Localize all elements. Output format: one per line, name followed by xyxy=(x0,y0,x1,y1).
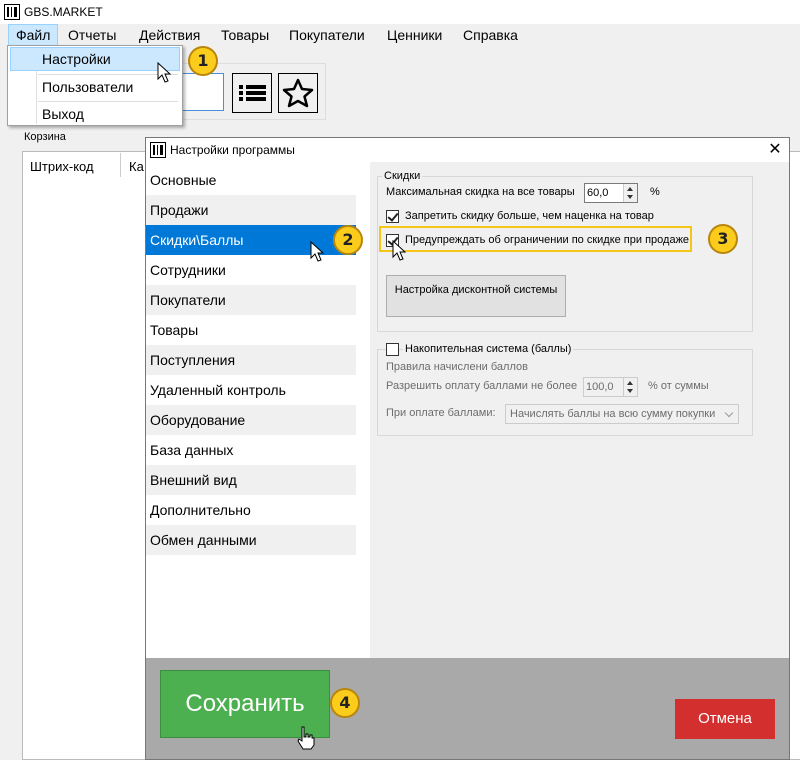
points-pay-select[interactable]: Начислять баллы на всю сумму покупки xyxy=(505,404,739,424)
nav-item-database[interactable]: База данных xyxy=(146,435,356,465)
forbid-discount-checkbox[interactable] xyxy=(386,210,399,223)
menu-goods[interactable]: Товары xyxy=(214,24,276,47)
dialog-barcode-icon xyxy=(150,142,166,158)
discounts-group-title: Скидки xyxy=(382,170,423,182)
nav-item-data-exchange[interactable]: Обмен данными xyxy=(146,525,356,555)
warn-highlight-box xyxy=(379,226,692,252)
menu-actions[interactable]: Действия xyxy=(132,24,207,47)
max-discount-value: 60,0 xyxy=(587,187,609,199)
chevron-down-icon xyxy=(724,408,734,418)
menu-item-settings[interactable]: Настройки xyxy=(10,47,180,71)
nav-item-appearance[interactable]: Внешний вид xyxy=(146,465,356,495)
menu-price-tags[interactable]: Ценники xyxy=(380,24,449,47)
app-title: GBS.MARKET xyxy=(24,5,103,19)
nav-item-main[interactable]: Основные xyxy=(146,165,356,195)
menu-help[interactable]: Справка xyxy=(456,24,525,47)
hand-cursor-icon xyxy=(297,726,315,750)
nav-item-receipts[interactable]: Поступления xyxy=(146,345,356,375)
nav-item-sales[interactable]: Продажи xyxy=(146,195,356,225)
nav-item-equipment[interactable]: Оборудование xyxy=(146,405,356,435)
points-allow-unit: % от суммы xyxy=(648,380,709,392)
file-dropdown: Настройки Пользователи Выход xyxy=(7,45,183,126)
cart-column-second[interactable]: Ка xyxy=(129,159,144,174)
favorites-button[interactable] xyxy=(278,73,318,113)
step-badge-1: 1 xyxy=(188,46,218,76)
cart-column-barcode[interactable]: Штрих-код xyxy=(30,159,94,174)
spin-arrows-icon[interactable] xyxy=(623,378,637,396)
arrow-cursor-icon xyxy=(157,62,172,83)
points-pay-value: Начислять баллы на всю сумму покупки xyxy=(510,408,716,420)
points-group-title: Накопительная система (баллы) xyxy=(403,343,574,355)
menu-item-exit[interactable]: Выход xyxy=(10,102,180,126)
cart-label: Корзина xyxy=(24,131,66,143)
nav-item-additional[interactable]: Дополнительно xyxy=(146,495,356,525)
points-pay-label: При оплате баллами: xyxy=(386,407,496,419)
discount-system-button[interactable]: Настройка дисконтной системы xyxy=(386,275,566,317)
menu-reports[interactable]: Отчеты xyxy=(61,24,123,47)
points-allow-stepper[interactable]: 100,0 xyxy=(583,377,638,397)
arrow-cursor-icon xyxy=(310,241,325,262)
menu-item-users[interactable]: Пользователи xyxy=(10,75,180,99)
step-badge-4: 4 xyxy=(330,688,360,718)
points-allow-label: Разрешить оплату баллами не более xyxy=(386,380,578,392)
max-discount-stepper[interactable]: 60,0 xyxy=(584,183,638,203)
points-rules-label: Правила начислени баллов xyxy=(386,361,528,373)
search-input[interactable] xyxy=(182,73,224,111)
app-title-bar: GBS.MARKET xyxy=(0,0,800,24)
column-divider xyxy=(120,153,121,177)
list-icon xyxy=(239,85,266,101)
max-discount-unit: % xyxy=(650,186,660,198)
arrow-cursor-icon xyxy=(392,240,407,261)
dialog-title-bar: Настройки программы ✕ xyxy=(146,138,789,162)
max-discount-label: Максимальная скидка на все товары xyxy=(386,186,575,198)
forbid-discount-label: Запретить скидку больше, чем наценка на … xyxy=(405,210,654,222)
dialog-title: Настройки программы xyxy=(170,143,295,157)
cancel-button[interactable]: Отмена xyxy=(675,699,775,739)
spin-arrows-icon[interactable] xyxy=(623,184,637,202)
step-badge-2: 2 xyxy=(333,225,363,255)
app-barcode-icon xyxy=(4,4,20,20)
list-button[interactable] xyxy=(232,73,272,113)
star-icon xyxy=(282,78,314,108)
points-enable-checkbox[interactable] xyxy=(386,343,399,356)
nav-item-goods[interactable]: Товары xyxy=(146,315,356,345)
nav-item-remote-control[interactable]: Удаленный контроль xyxy=(146,375,356,405)
step-badge-3: 3 xyxy=(708,224,738,254)
menu-bar: Файл Отчеты Действия Товары Покупатели Ц… xyxy=(0,24,800,47)
close-icon[interactable]: ✕ xyxy=(764,140,786,160)
nav-item-customers[interactable]: Покупатели xyxy=(146,285,356,315)
dialog-footer: Сохранить Отмена xyxy=(146,658,789,759)
menu-customers[interactable]: Покупатели xyxy=(282,24,372,47)
points-allow-value: 100,0 xyxy=(586,381,614,393)
settings-nav: Основные Продажи Скидки\Баллы Сотрудники… xyxy=(146,162,356,658)
menu-file[interactable]: Файл xyxy=(8,24,59,47)
